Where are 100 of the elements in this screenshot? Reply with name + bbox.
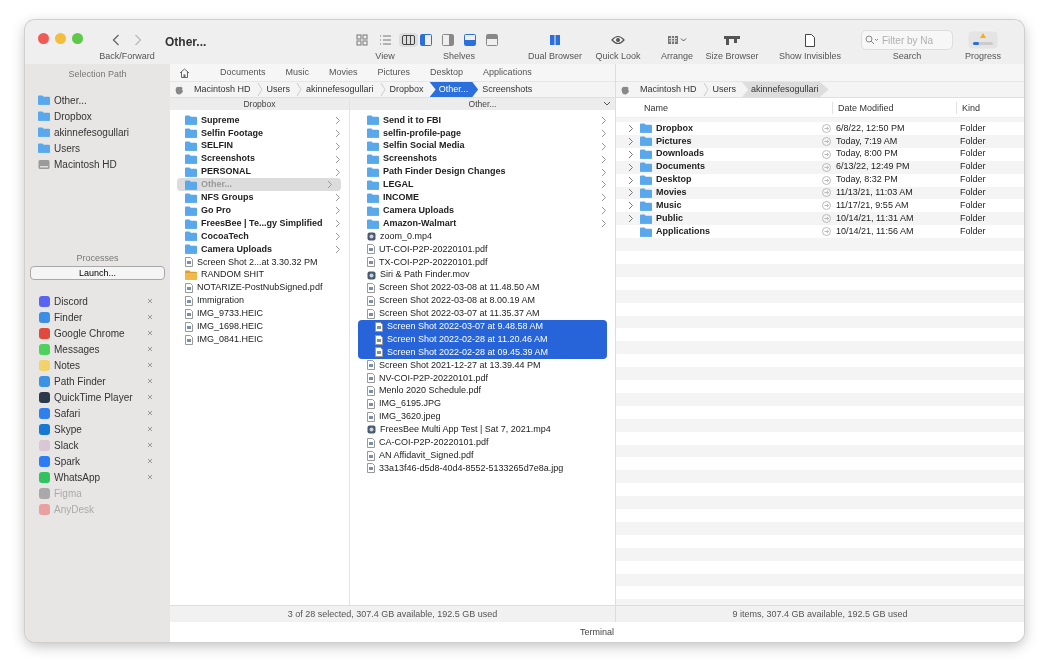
app-name[interactable]: Messages bbox=[54, 341, 100, 357]
file-row[interactable]: Supreme bbox=[170, 114, 349, 127]
file-row[interactable]: IMG_1698.HEIC bbox=[170, 320, 349, 334]
file-row[interactable]: Screen Shot 2022-03-07 at 9.48.58 AM bbox=[358, 320, 607, 334]
quit-icon[interactable] bbox=[147, 362, 153, 368]
app-name[interactable]: QuickTime Player bbox=[54, 389, 133, 405]
arrange-icon[interactable] bbox=[667, 35, 687, 45]
file-row[interactable]: Screen Shot 2022-03-08 at 11.48.50 AM bbox=[350, 281, 615, 295]
caliper-icon[interactable] bbox=[723, 34, 741, 46]
quit-icon[interactable] bbox=[147, 394, 153, 400]
file-row[interactable]: Camera Uploads bbox=[170, 242, 349, 256]
path-segment[interactable]: akinnefesogullari bbox=[302, 82, 380, 97]
file-row[interactable]: Screen Shot 2...at 3.30.32 PM bbox=[170, 255, 349, 269]
file-row[interactable]: FreesBee | Te...gy Simplified bbox=[170, 217, 349, 230]
file-row[interactable]: INCOME bbox=[350, 191, 615, 205]
table-cell[interactable]: Movies bbox=[616, 186, 822, 200]
path-segment[interactable]: Other... bbox=[429, 82, 479, 97]
home-icon[interactable] bbox=[179, 67, 190, 78]
launch-button[interactable]: Launch... bbox=[30, 266, 165, 280]
file-row[interactable]: RANDOM SHIT bbox=[170, 268, 349, 282]
file-row[interactable]: NFS Groups bbox=[170, 191, 349, 205]
app-name[interactable]: Path Finder bbox=[54, 373, 106, 389]
file-row[interactable]: Amazon-Walmart bbox=[350, 217, 615, 230]
file-row[interactable]: Screen Shot 2021-12-27 at 13.39.44 PM bbox=[350, 358, 615, 372]
file-row[interactable]: Immigration bbox=[170, 294, 349, 308]
table-cell[interactable]: Desktop bbox=[616, 173, 822, 187]
close-icon[interactable] bbox=[37, 32, 49, 44]
favorite-link[interactable]: Documents bbox=[210, 65, 276, 80]
eye-icon[interactable] bbox=[611, 35, 625, 45]
go-arrow-icon[interactable] bbox=[822, 162, 831, 172]
table-cell[interactable]: Pictures bbox=[616, 134, 822, 149]
file-row[interactable]: Screenshots bbox=[170, 152, 349, 166]
sidebar-item[interactable]: Dropbox bbox=[25, 108, 170, 124]
go-arrow-icon[interactable] bbox=[822, 227, 831, 237]
file-row[interactable]: Siri & Path Finder.mov bbox=[350, 268, 615, 282]
quit-icon[interactable] bbox=[147, 298, 153, 304]
go-arrow-icon[interactable] bbox=[822, 149, 831, 159]
zoom-icon[interactable] bbox=[71, 32, 83, 44]
favorite-link[interactable]: Desktop bbox=[420, 65, 474, 80]
table-cell[interactable]: Public bbox=[616, 211, 822, 226]
go-arrow-icon[interactable] bbox=[822, 201, 831, 211]
file-row[interactable]: PERSONAL bbox=[170, 165, 349, 179]
file-row[interactable]: FreesBee Multi App Test | Sat 7, 2021.mp4 bbox=[350, 423, 615, 437]
file-row[interactable]: Camera Uploads bbox=[350, 204, 615, 218]
app-name[interactable]: Skype bbox=[54, 421, 82, 437]
file-row[interactable]: 33a13f46-d5d8-40d4-8552-5133265d7e8a.jpg bbox=[350, 462, 615, 475]
file-row[interactable]: TX-COI-P2P-20220101.pdf bbox=[350, 255, 615, 269]
file-row[interactable]: Screenshots bbox=[350, 152, 615, 166]
file-row[interactable]: Selfin Footage bbox=[170, 126, 349, 140]
path-segment[interactable]: Screenshots bbox=[478, 82, 539, 97]
go-arrow-icon[interactable] bbox=[822, 136, 831, 146]
file-row[interactable]: Menlo 2020 Schedule.pdf bbox=[350, 384, 615, 398]
right-panel-icon[interactable] bbox=[442, 34, 454, 46]
favorite-link[interactable]: Music bbox=[275, 65, 320, 80]
path-segment[interactable]: Dropbox bbox=[385, 82, 430, 97]
quit-icon[interactable] bbox=[147, 474, 153, 480]
dual-pane-icon[interactable] bbox=[549, 34, 561, 46]
app-name[interactable]: Notes bbox=[54, 357, 81, 373]
file-row[interactable]: UT-COI-P2P-20220101.pdf bbox=[350, 242, 615, 256]
file-row[interactable]: SELFIN bbox=[170, 139, 349, 153]
search-field[interactable]: Filter by Na bbox=[861, 30, 953, 50]
app-name[interactable]: Google Chrome bbox=[54, 325, 125, 341]
file-row[interactable]: AN Affidavit_Signed.pdf bbox=[350, 449, 615, 463]
favorite-link[interactable]: Pictures bbox=[367, 65, 421, 80]
app-name[interactable]: Finder bbox=[54, 309, 83, 325]
app-name[interactable]: Slack bbox=[54, 437, 79, 453]
file-row[interactable]: LEGAL bbox=[350, 178, 615, 192]
column-header[interactable]: Name bbox=[616, 101, 832, 114]
quit-icon[interactable] bbox=[147, 442, 153, 448]
quit-icon[interactable] bbox=[147, 458, 153, 464]
path-segment[interactable]: Macintosh HD bbox=[190, 82, 257, 97]
favorite-link[interactable]: Movies bbox=[319, 65, 368, 80]
file-row[interactable]: Go Pro bbox=[170, 204, 349, 218]
app-name[interactable]: Spark bbox=[54, 453, 81, 469]
file-row[interactable]: Screen Shot 2022-03-08 at 8.00.19 AM bbox=[350, 294, 615, 308]
sidebar-item[interactable]: akinnefesogullari bbox=[25, 124, 170, 140]
quit-icon[interactable] bbox=[147, 410, 153, 416]
file-row[interactable]: Send it to FBI bbox=[350, 114, 615, 127]
table-cell[interactable]: Downloads bbox=[616, 147, 822, 161]
app-name[interactable]: WhatsApp bbox=[54, 469, 101, 485]
quit-icon[interactable] bbox=[147, 330, 153, 336]
sidebar-item[interactable]: Macintosh HD bbox=[25, 156, 170, 172]
path-segment[interactable]: Macintosh HD bbox=[636, 82, 703, 97]
column-header[interactable]: Kind bbox=[956, 101, 980, 114]
file-row[interactable]: Screen Shot 2022-02-28 at 11.20.46 AM bbox=[358, 333, 607, 347]
back-icon[interactable] bbox=[112, 34, 120, 46]
quit-icon[interactable] bbox=[147, 378, 153, 384]
file-row[interactable]: zoom_0.mp4 bbox=[350, 230, 615, 243]
go-arrow-icon[interactable] bbox=[822, 123, 831, 133]
table-cell[interactable]: Documents bbox=[616, 160, 822, 174]
file-row[interactable]: IMG_3620.jpeg bbox=[350, 410, 615, 424]
path-segment[interactable]: akinnefesogullari bbox=[742, 82, 829, 97]
go-arrow-icon[interactable] bbox=[822, 188, 831, 198]
path-segment[interactable]: Users bbox=[262, 82, 297, 97]
file-row[interactable]: Screen Shot 2022-03-07 at 11.35.37 AM bbox=[350, 307, 615, 321]
file-row[interactable]: IMG_9733.HEIC bbox=[170, 307, 349, 321]
top-panel-icon[interactable] bbox=[486, 34, 498, 46]
file-row[interactable]: CocoaTech bbox=[170, 230, 349, 243]
minimize-icon[interactable] bbox=[54, 32, 66, 44]
progress-icon[interactable] bbox=[968, 31, 998, 49]
